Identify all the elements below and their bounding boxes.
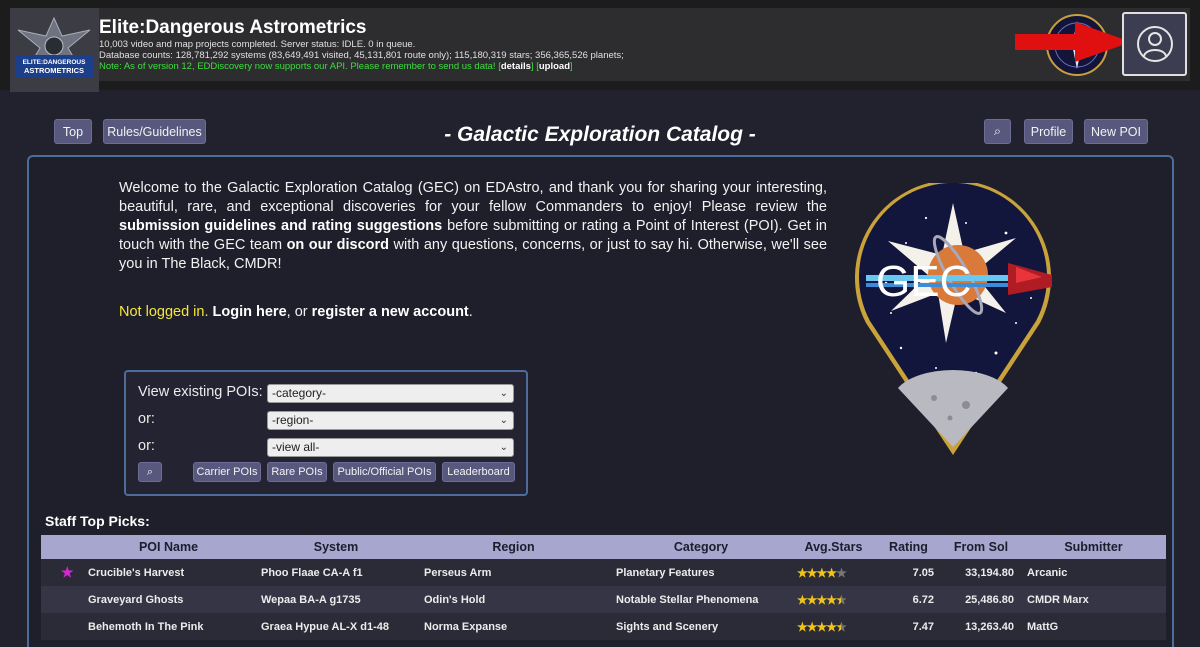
chevron-down-icon: ⌄ (499, 415, 508, 426)
poi-name[interactable]: Behemoth In The Pink (88, 613, 204, 640)
star-full-icon: ★ (797, 592, 808, 607)
star-full-icon: ★ (806, 565, 818, 580)
col-poi-name[interactable]: POI Name (81, 535, 256, 559)
poi-name[interactable]: Crucible's Harvest (88, 559, 184, 586)
star-full-icon: ★ (816, 592, 828, 607)
database-counts: Database counts: 128,781,292 systems (83… (99, 50, 624, 61)
region-select[interactable]: -region- ⌄ (267, 411, 514, 430)
star-half-icon: ★ (836, 619, 847, 634)
not-logged-in-text: Not logged in. (119, 304, 209, 320)
rating-value: 7.05 (912, 566, 934, 579)
star-full-icon: ★ (826, 592, 837, 607)
table-row[interactable]: ★ Crucible's Harvest Phoo Flaae CA-A f1 … (41, 559, 1166, 586)
magnifier-icon: ⌕ (993, 124, 1001, 138)
col-region[interactable]: Region (416, 535, 611, 559)
col-submitter[interactable]: Submitter (1021, 535, 1166, 559)
col-avg-stars[interactable]: Avg.Stars (791, 535, 876, 559)
login-link[interactable]: Login here (213, 304, 287, 320)
public-official-pois-button[interactable]: Public/Official POIs (333, 462, 436, 482)
svg-text:ELITE:DANGEROUS: ELITE:DANGEROUS (23, 59, 87, 66)
status-line: 10,003 video and map projects completed.… (99, 39, 416, 50)
star-full-icon: ★ (826, 565, 837, 580)
col-system[interactable]: System (256, 535, 416, 559)
star-full-icon: ★ (816, 565, 828, 580)
page-title: - Galactic Exploration Catalog - (444, 123, 756, 146)
system-name[interactable]: Graea Hypue AL-X d1-48 (261, 613, 389, 640)
site-title[interactable]: Elite:Dangerous Astrometrics (99, 17, 366, 39)
search-button[interactable]: ⌕ (984, 119, 1011, 144)
magnifier-icon: ⌕ (146, 465, 154, 478)
svg-text:ASTROMETRICS: ASTROMETRICS (24, 66, 84, 75)
top-pick-star-icon: ★ (61, 564, 74, 580)
poi-name[interactable]: Graveyard Ghosts (88, 586, 183, 613)
star-rating: ★ ★ ★ ★ ★ (797, 586, 847, 613)
details-link[interactable]: details (501, 61, 531, 72)
region-name: Perseus Arm (424, 566, 492, 579)
col-from-sol[interactable]: From Sol (941, 535, 1021, 559)
gec-logo-text: GEC (876, 257, 971, 306)
star-full-icon: ★ (826, 619, 837, 634)
star-full-icon: ★ (806, 592, 818, 607)
rating-value: 6.72 (912, 593, 934, 606)
gec-logo: GEC (846, 179, 1061, 458)
upload-link[interactable]: upload (539, 61, 570, 72)
submitter-name[interactable]: MattG (1027, 613, 1058, 640)
login-status: Not logged in. Login here, or register a… (119, 304, 473, 320)
region-name: Odin's Hold (424, 593, 486, 606)
region-name: Norma Expanse (424, 620, 508, 633)
intro-text: Welcome to the Galactic Exploration Cata… (119, 180, 828, 272)
chevron-down-icon: ⌄ (499, 442, 508, 453)
table-row[interactable]: Behemoth In The Pink Graea Hypue AL-X d1… (41, 613, 1166, 640)
or-label-1: or: (138, 411, 155, 427)
submitter-name[interactable]: Arcanic (1027, 559, 1067, 586)
red-arrow-icon (1015, 22, 1131, 62)
star-full-icon: ★ (816, 619, 828, 634)
register-link[interactable]: register a new account (312, 304, 469, 320)
api-note: Note: As of version 12, EDDiscovery now … (99, 61, 573, 72)
category-name: Notable Stellar Phenomena (616, 593, 759, 606)
user-circle-icon (1136, 26, 1173, 62)
view-all-select[interactable]: -view all- ⌄ (267, 438, 514, 457)
star-full-icon: ★ (806, 619, 818, 634)
rare-pois-button[interactable]: Rare POIs (267, 462, 327, 482)
category-name: Sights and Scenery (616, 620, 719, 633)
star-rating: ★ ★ ★ ★ ★ (797, 613, 847, 640)
star-empty-icon: ★ (836, 565, 847, 580)
table-row[interactable]: Graveyard Ghosts Wepaa BA-A g1735 Odin's… (41, 586, 1166, 613)
star-full-icon: ★ (797, 565, 808, 580)
from-sol-value: 13,263.40 (965, 620, 1014, 633)
system-name[interactable]: Phoo Flaae CA-A f1 (261, 559, 363, 586)
new-poi-button[interactable]: New POI (1084, 119, 1148, 144)
rating-value: 7.47 (912, 620, 934, 633)
star-half-icon: ★ (836, 592, 847, 607)
category-name: Planetary Features (616, 566, 715, 579)
star-full-icon: ★ (797, 619, 808, 634)
system-name[interactable]: Wepaa BA-A g1735 (261, 586, 361, 613)
profile-button[interactable]: Profile (1024, 119, 1073, 144)
col-category[interactable]: Category (611, 535, 791, 559)
star-rating: ★ ★ ★ ★ ★ (797, 559, 847, 586)
or-label-2: or: (138, 438, 155, 454)
site-logo[interactable]: ELITE:DANGEROUS ASTROMETRICS (10, 8, 99, 92)
poi-search-button[interactable]: ⌕ (138, 462, 162, 482)
discord-link[interactable]: on our discord (287, 237, 389, 253)
from-sol-value: 25,486.80 (965, 593, 1014, 606)
leaderboard-button[interactable]: Leaderboard (442, 462, 515, 482)
view-existing-label: View existing POIs: (138, 384, 263, 400)
carrier-pois-button[interactable]: Carrier POIs (193, 462, 261, 482)
table-header: POI Name System Region Category Avg.Star… (41, 535, 1166, 559)
col-rating[interactable]: Rating (876, 535, 941, 559)
chevron-down-icon: ⌄ (499, 388, 508, 399)
staff-top-picks-title: Staff Top Picks: (45, 513, 150, 529)
submitter-name[interactable]: CMDR Marx (1027, 586, 1089, 613)
category-select[interactable]: -category- ⌄ (267, 384, 514, 403)
from-sol-value: 33,194.80 (965, 566, 1014, 579)
submission-guidelines-link[interactable]: submission guidelines and rating suggest… (119, 218, 442, 234)
user-profile-button[interactable] (1122, 12, 1187, 76)
